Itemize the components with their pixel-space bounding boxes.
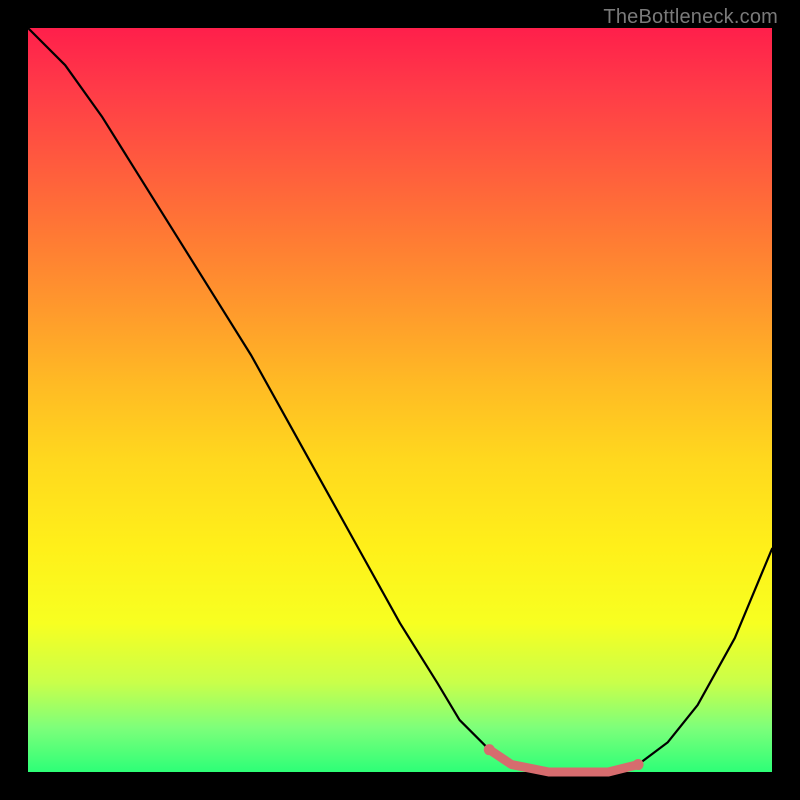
chart-svg bbox=[28, 28, 772, 772]
watermark-text: TheBottleneck.com bbox=[603, 6, 778, 29]
plot-area bbox=[28, 28, 772, 772]
band-end-dot bbox=[633, 759, 644, 770]
bottleneck-band bbox=[489, 750, 638, 772]
band-start-dot bbox=[484, 744, 495, 755]
bottleneck-curve bbox=[28, 28, 772, 772]
chart-frame: TheBottleneck.com bbox=[0, 0, 800, 800]
